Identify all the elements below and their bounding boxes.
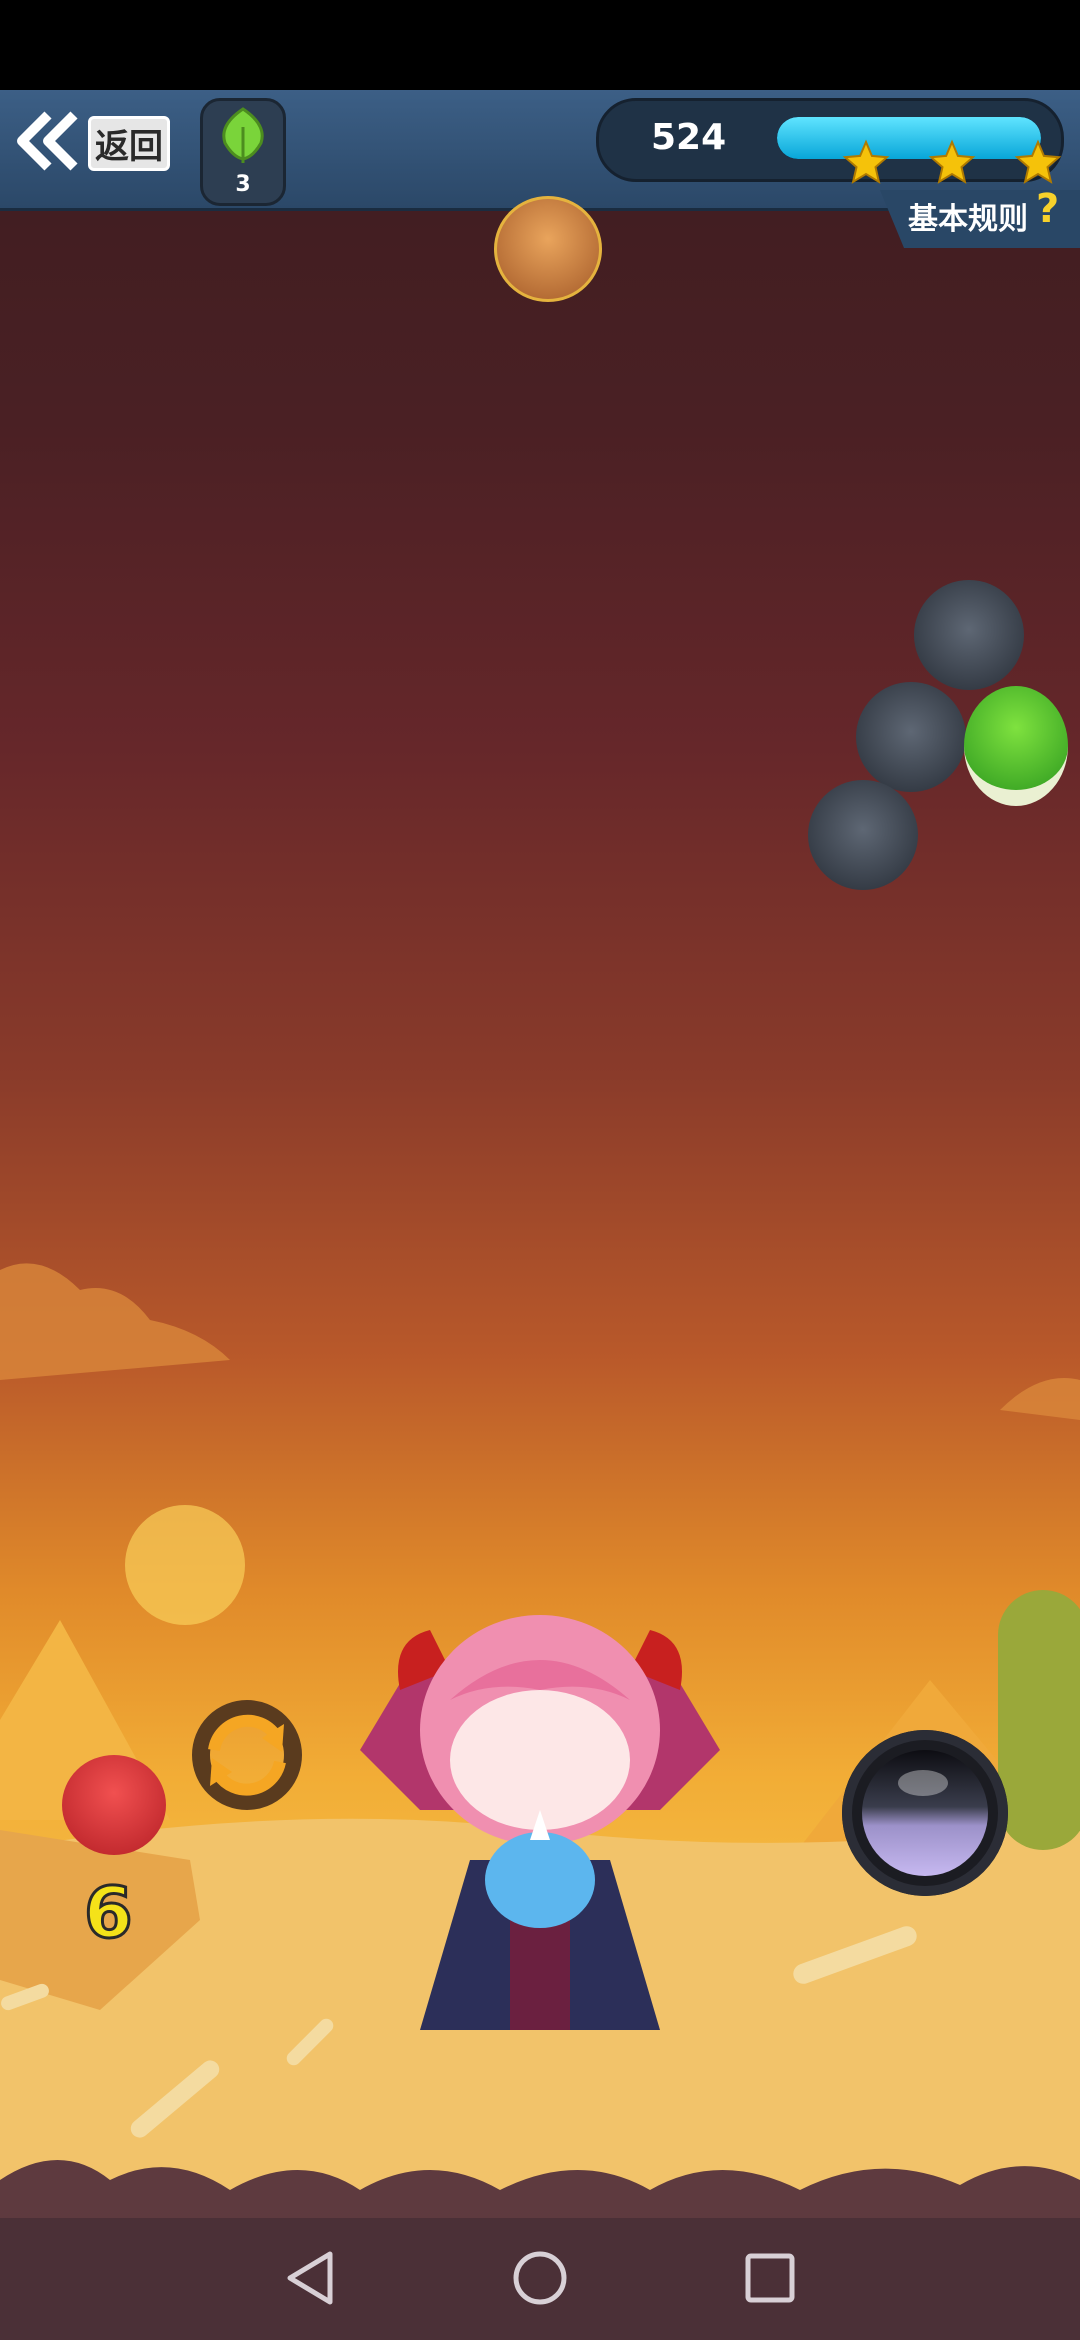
bubble-dark-dragon (856, 682, 966, 792)
swap-icon (192, 1700, 302, 1814)
circle-home-icon[interactable] (510, 2248, 570, 2312)
leaf-icon (217, 107, 269, 167)
back-button[interactable]: 返回 (12, 105, 172, 181)
bubble-green-dragon (964, 686, 1068, 806)
score-progress-fill (777, 117, 1041, 159)
square-recent-icon[interactable] (740, 2248, 800, 2312)
swap-button[interactable] (192, 1700, 302, 1810)
score-panel: 524 (596, 98, 1064, 182)
leaf-count: 3 (235, 172, 251, 197)
system-nav-bar (0, 2218, 1080, 2340)
cloud-right (1000, 1378, 1080, 1420)
rules-help-icon[interactable]: ? (1036, 186, 1059, 232)
score-value: 524 (651, 117, 727, 158)
double-chevron-left-icon (12, 109, 82, 177)
next-ball-red-monster[interactable] (62, 1755, 166, 1855)
next-ball-count: 6 (83, 1871, 135, 1956)
shoot-ball-inner (862, 1750, 988, 1876)
leaf-counter[interactable]: 3 (200, 98, 286, 206)
cactus (998, 1590, 1080, 1850)
shoot-ball-highlight (898, 1770, 948, 1796)
cloud-left (0, 1263, 230, 1380)
score-progress-bar (777, 117, 1041, 159)
back-label: 返回 (88, 115, 170, 171)
triangle-back-icon[interactable] (280, 2248, 340, 2312)
bubble-dark-dragon (808, 780, 918, 890)
status-bar (0, 0, 1080, 90)
rules-label[interactable]: 基本规则 (908, 194, 1028, 238)
shoot-ball[interactable] (842, 1730, 1008, 1896)
bubble-brown-monster (494, 196, 602, 302)
shooter-character (330, 1560, 750, 2040)
sun (125, 1505, 245, 1625)
bubble-dark-dragon (914, 580, 1024, 690)
